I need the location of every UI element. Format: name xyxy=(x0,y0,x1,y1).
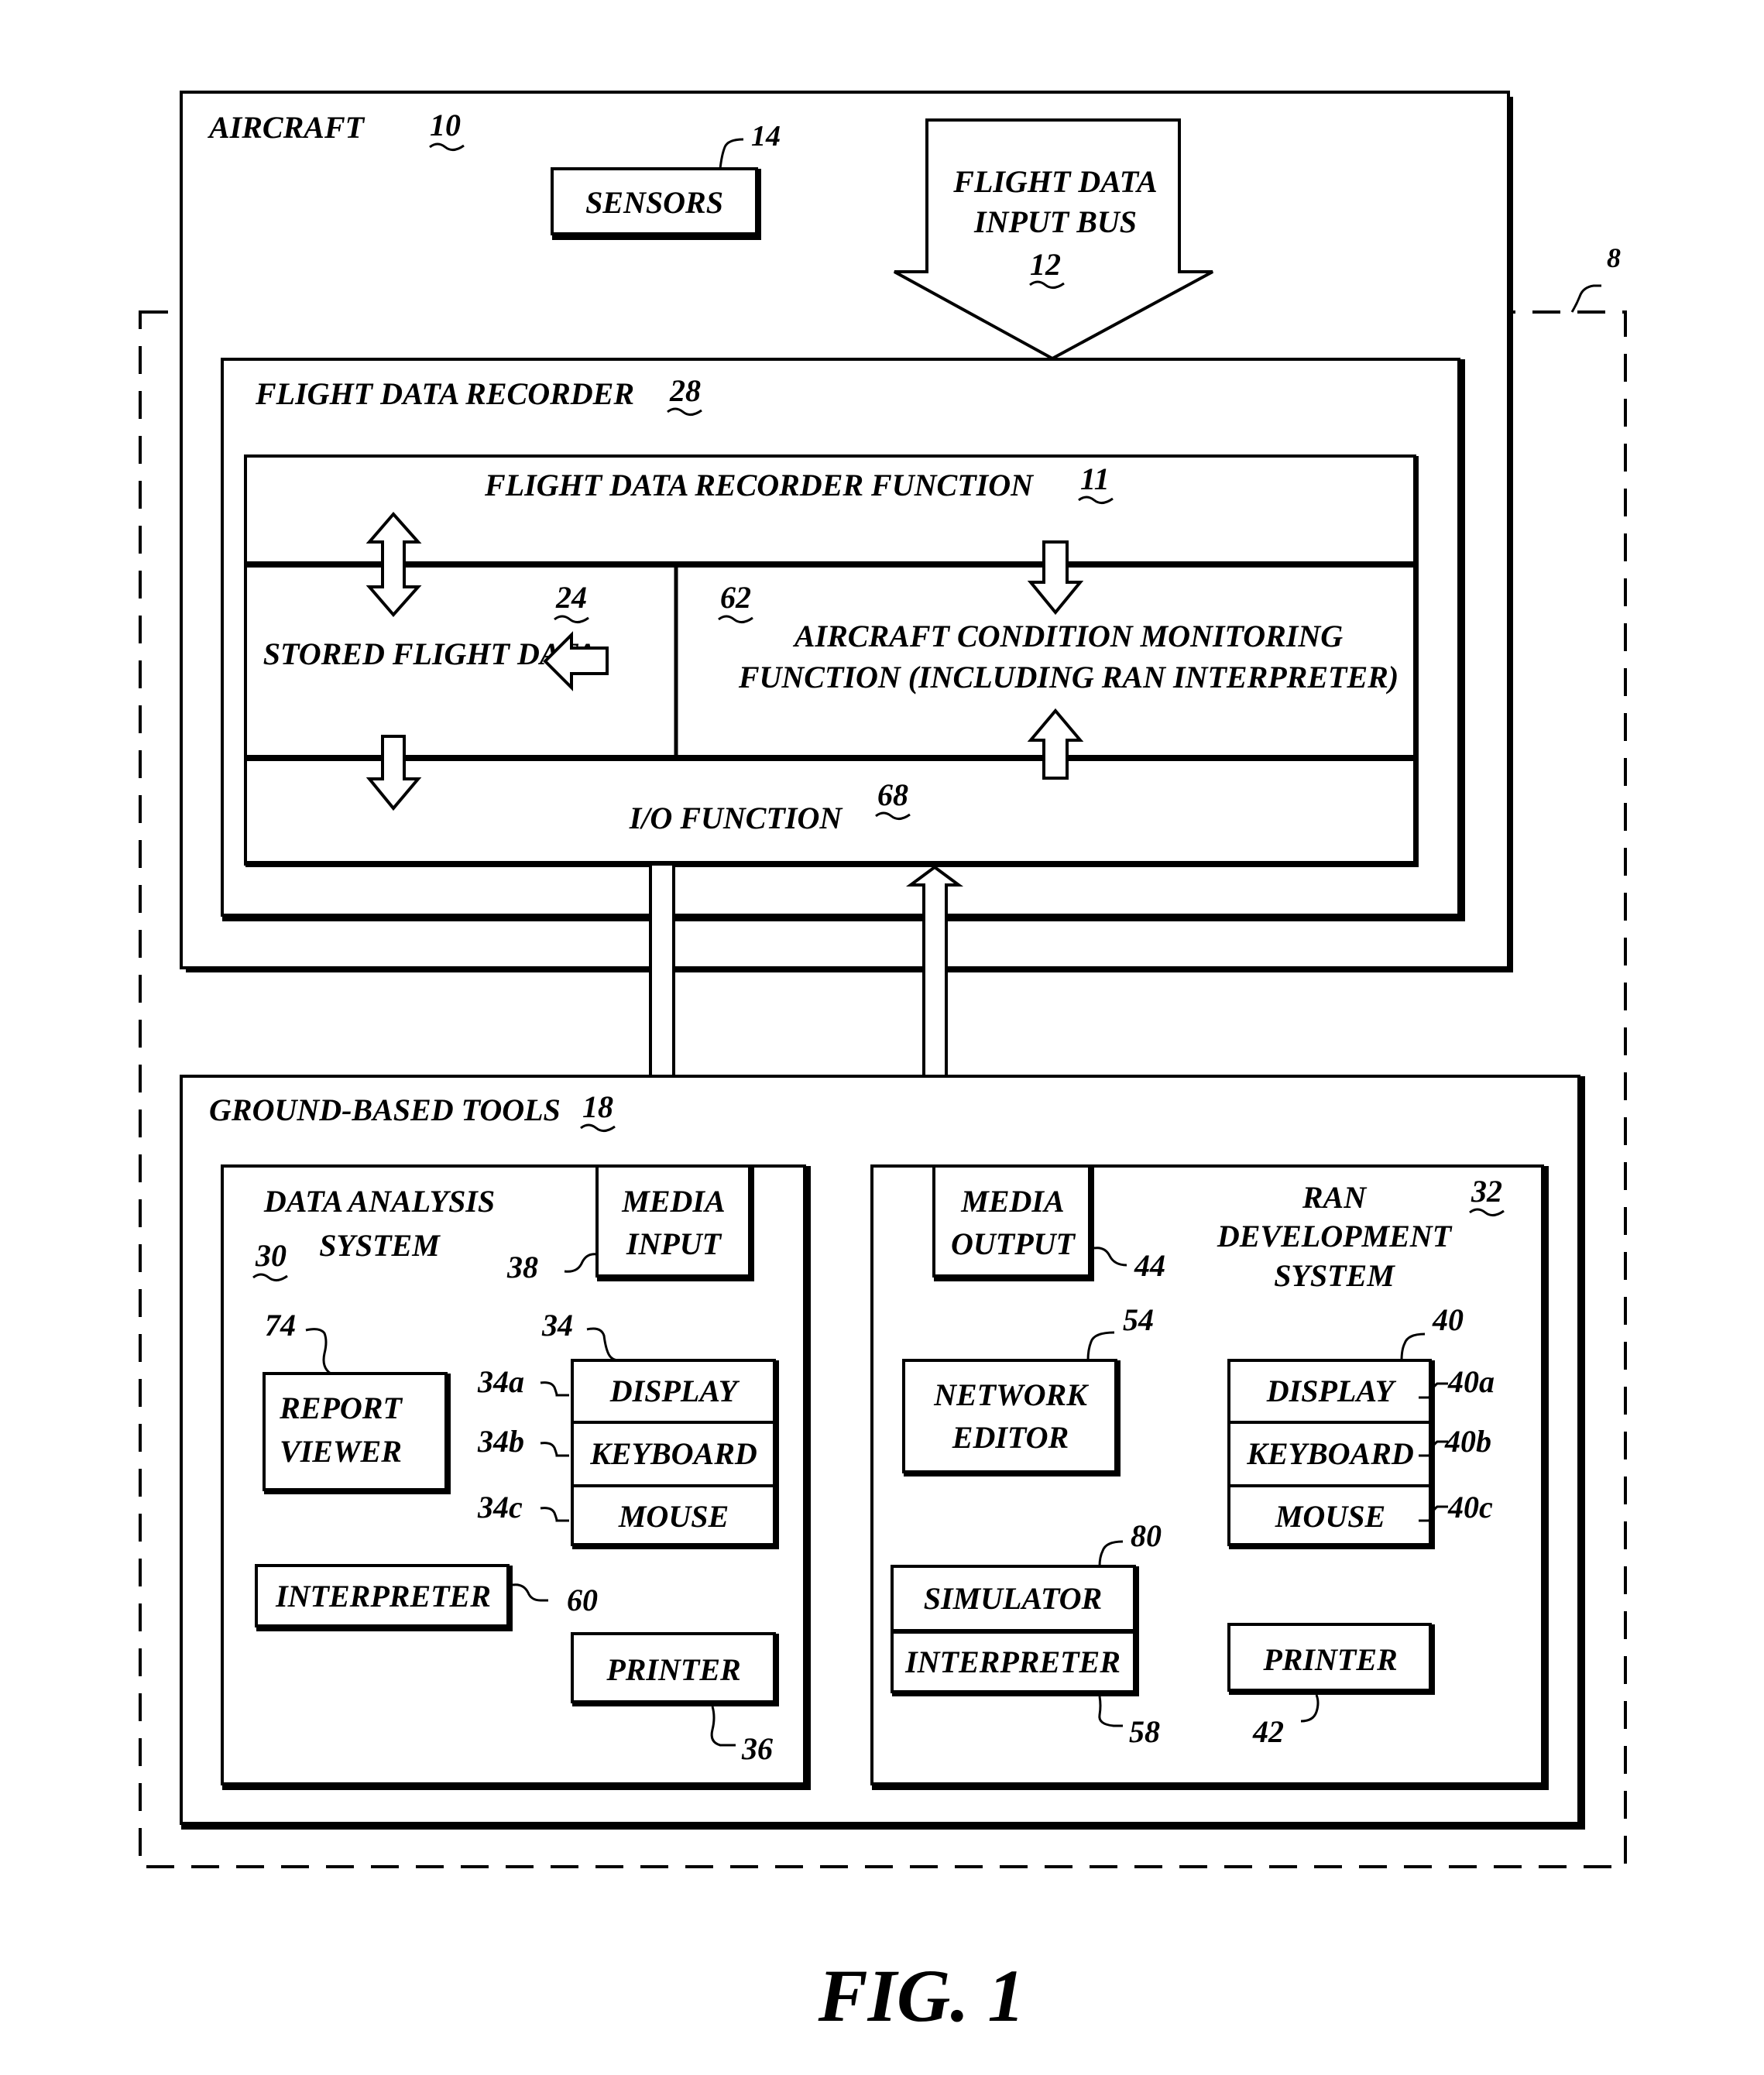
display-34a-ref: 34a xyxy=(477,1364,524,1399)
printer-42-ref: 42 xyxy=(1252,1714,1284,1749)
interpreter-60-label: INTERPRETER xyxy=(275,1579,491,1614)
aircraft-title: AIRCRAFT xyxy=(207,110,365,145)
fdr-ref: 28 xyxy=(669,373,701,408)
report-viewer-line2: VIEWER xyxy=(280,1434,402,1469)
fdr-function-label: FLIGHT DATA RECORDER FUNCTION xyxy=(484,468,1035,502)
interpreter-58-label: INTERPRETER xyxy=(904,1645,1121,1679)
fdr-function-ref: 11 xyxy=(1080,461,1110,496)
mouse-40c-label: MOUSE xyxy=(1275,1499,1385,1534)
interpreter-60-ref: 60 xyxy=(567,1583,598,1617)
simulator-ref: 80 xyxy=(1131,1518,1162,1553)
keyboard-40b-label: KEYBOARD xyxy=(1246,1436,1414,1471)
ran-ref: 32 xyxy=(1471,1174,1502,1209)
media-input-ref: 38 xyxy=(506,1250,538,1284)
data-analysis-line2: SYSTEM xyxy=(319,1228,441,1263)
io-function-ref: 68 xyxy=(877,777,908,812)
bus-ref: 12 xyxy=(1030,247,1061,282)
media-output-line1: MEDIA xyxy=(960,1184,1064,1219)
network-editor-ref: 54 xyxy=(1123,1302,1154,1337)
media-input-line2: INPUT xyxy=(626,1226,722,1261)
keyboard-34b-label: KEYBOARD xyxy=(589,1436,757,1471)
data-analysis-ref: 30 xyxy=(255,1238,287,1273)
io-function-label: I/O FUNCTION xyxy=(629,801,844,835)
display-40a-label: DISPLAY xyxy=(1266,1374,1397,1408)
interpreter-58-ref: 58 xyxy=(1129,1714,1160,1749)
system-ref: 8 xyxy=(1607,242,1621,273)
ran-line3: SYSTEM xyxy=(1274,1258,1395,1293)
io-stack-40-ref: 40 xyxy=(1432,1302,1464,1337)
printer-36-ref: 36 xyxy=(741,1731,773,1766)
keyboard-34b-ref: 34b xyxy=(477,1424,524,1459)
bus-line2: INPUT BUS xyxy=(973,204,1137,239)
figure-caption: FIG. 1 xyxy=(818,1954,1025,2037)
display-40a-ref: 40a xyxy=(1447,1364,1495,1399)
acm-ref: 62 xyxy=(720,580,751,615)
bus-line1: FLIGHT DATA xyxy=(952,164,1157,199)
printer-42-label: PRINTER xyxy=(1262,1642,1397,1677)
media-output-line2: OUTPUT xyxy=(951,1226,1076,1261)
io-stack-34-ref: 34 xyxy=(541,1308,573,1343)
printer-36-label: PRINTER xyxy=(606,1652,740,1687)
aircraft-ref: 10 xyxy=(430,108,461,142)
mouse-40c-ref: 40c xyxy=(1447,1490,1493,1525)
report-viewer-ref: 74 xyxy=(265,1308,296,1343)
leader-8 xyxy=(1570,284,1601,313)
acm-line1: AIRCRAFT CONDITION MONITORING xyxy=(792,619,1343,653)
display-34a-label: DISPLAY xyxy=(609,1374,740,1408)
ran-line2: DEVELOPMENT xyxy=(1217,1219,1453,1254)
ground-tools-ref: 18 xyxy=(582,1089,613,1124)
data-analysis-line1: DATA ANALYSIS xyxy=(263,1184,495,1219)
keyboard-40b-ref: 40b xyxy=(1444,1424,1491,1459)
fig1-diagram: 8 AIRCRAFT 10 SENSORS 14 FLIGHT DATA INP… xyxy=(139,91,1627,2037)
stored-flight-data-ref: 24 xyxy=(555,580,587,615)
ran-line1: RAN xyxy=(1302,1180,1368,1215)
mouse-34c-label: MOUSE xyxy=(618,1499,729,1534)
stored-flight-data-label: STORED FLIGHT DATA xyxy=(263,636,596,671)
report-viewer-line1: REPORT xyxy=(279,1391,403,1425)
sensors-label: SENSORS xyxy=(585,185,723,220)
simulator-label: SIMULATOR xyxy=(924,1581,1102,1616)
ground-tools-title: GROUND-BASED TOOLS xyxy=(209,1092,561,1127)
media-output-ref: 44 xyxy=(1134,1248,1165,1283)
acm-line2: FUNCTION (INCLUDING RAN INTERPRETER) xyxy=(738,660,1399,695)
media-input-line1: MEDIA xyxy=(621,1184,725,1219)
network-editor-line1: NETWORK xyxy=(933,1377,1089,1412)
fdr-title: FLIGHT DATA RECORDER xyxy=(255,376,634,411)
mouse-34c-ref: 34c xyxy=(477,1490,523,1525)
sensors-ref: 14 xyxy=(751,120,781,153)
network-editor-line2: EDITOR xyxy=(952,1420,1069,1455)
